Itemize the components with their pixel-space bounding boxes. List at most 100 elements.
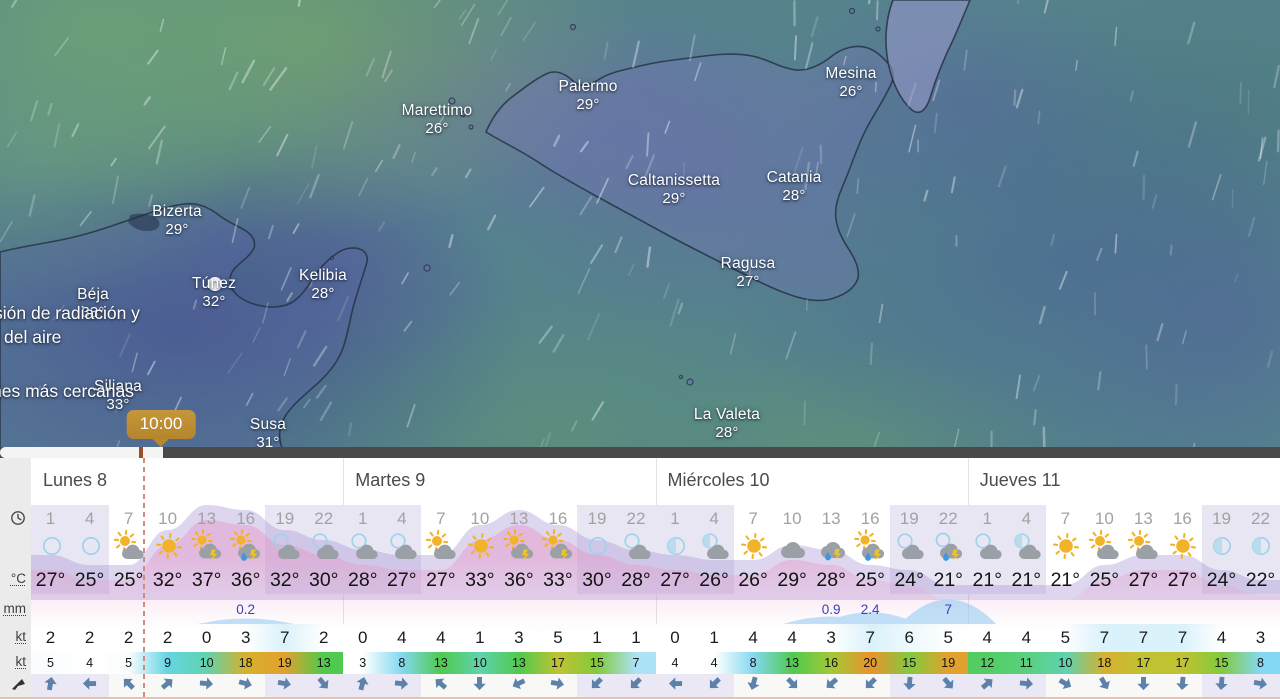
icon-cell[interactable]	[70, 532, 110, 566]
icon-cell[interactable]	[538, 529, 577, 566]
arrow-cell[interactable]	[694, 674, 734, 697]
city-label[interactable]: Bizerta 29°	[152, 203, 202, 239]
gust-cell[interactable]: 13	[421, 652, 460, 674]
icon-cell[interactable]	[460, 532, 499, 566]
gust-cell[interactable]: 4	[656, 652, 695, 674]
gust-cell[interactable]: 3	[343, 652, 382, 674]
hour-cell[interactable]: 13	[812, 505, 851, 532]
hour-cell[interactable]: 13	[499, 505, 538, 532]
wind-cell[interactable]: 7	[851, 624, 890, 652]
hour-cell[interactable]: 10	[460, 505, 499, 532]
temp-cell[interactable]: 28°	[812, 566, 851, 594]
temp-cell[interactable]: 21°	[928, 566, 968, 594]
wind-cell[interactable]: 3	[1241, 624, 1280, 652]
icon-cell[interactable]	[577, 532, 617, 566]
city-label[interactable]: Túnez 32°	[192, 275, 236, 311]
temp-cell[interactable]: 32°	[148, 566, 187, 594]
arrow-cell[interactable]	[616, 674, 656, 697]
arrow-cell[interactable]	[1045, 674, 1085, 697]
temp-cell[interactable]: 32°	[265, 566, 305, 594]
wind-cell[interactable]: 1	[460, 624, 499, 652]
arrow-cell[interactable]	[265, 674, 305, 697]
day-header[interactable]: Miércoles 10	[656, 458, 968, 505]
hour-cell[interactable]: 22	[1240, 505, 1280, 532]
rain-cell[interactable]: 2.4	[851, 594, 890, 624]
arrow-cell[interactable]	[304, 674, 344, 697]
arrow-cell[interactable]	[460, 674, 500, 697]
icon-cell[interactable]	[928, 532, 968, 566]
wind-cell[interactable]: 3	[499, 624, 538, 652]
gust-cell[interactable]: 13	[499, 652, 538, 674]
arrow-cell[interactable]	[850, 674, 890, 697]
rain-cell[interactable]	[460, 594, 499, 624]
city-label[interactable]: Palermo 29°	[558, 78, 617, 114]
temp-cell[interactable]: 26°	[694, 566, 734, 594]
hour-cell[interactable]: 16	[1163, 505, 1202, 532]
arrow-cell[interactable]	[889, 674, 929, 697]
hour-cell[interactable]: 19	[1201, 505, 1241, 532]
icon-cell[interactable]	[851, 529, 890, 566]
arrow-cell[interactable]	[1162, 674, 1202, 697]
rain-cell[interactable]	[734, 594, 773, 624]
wind-cell[interactable]: 5	[538, 624, 577, 652]
hour-cell[interactable]: 1	[343, 505, 383, 532]
icon-cell[interactable]	[187, 529, 226, 566]
icon-cell[interactable]	[773, 532, 812, 566]
icon-cell[interactable]	[1163, 532, 1202, 566]
rain-cell[interactable]	[31, 594, 70, 624]
temp-cell[interactable]: 27°	[1163, 566, 1202, 594]
temp-cell[interactable]: 33°	[460, 566, 499, 594]
wind-cell[interactable]: 1	[695, 624, 734, 652]
hour-cell[interactable]: 22	[928, 505, 968, 532]
rain-cell[interactable]	[421, 594, 460, 624]
icon-cell[interactable]	[31, 532, 71, 566]
wind-cell[interactable]: 7	[1124, 624, 1163, 652]
hour-cell[interactable]: 19	[577, 505, 617, 532]
icon-cell[interactable]	[967, 532, 1007, 566]
hour-cell[interactable]: 22	[616, 505, 656, 532]
rain-cell[interactable]	[773, 594, 812, 624]
hour-cell[interactable]: 4	[1006, 505, 1046, 532]
temp-cell[interactable]: 24°	[889, 566, 929, 594]
hour-cell[interactable]: 4	[70, 505, 110, 532]
wind-cell[interactable]: 6	[890, 624, 929, 652]
hour-cell[interactable]: 7	[109, 505, 148, 532]
arrow-cell[interactable]	[187, 674, 227, 697]
arrow-cell[interactable]	[1084, 674, 1124, 697]
wind-cell[interactable]: 1	[577, 624, 616, 652]
weather-map[interactable]: Palermo 29° Mesina 26° Marettimo 26° Caltan…	[0, 0, 1280, 460]
gust-cell[interactable]: 17	[538, 652, 577, 674]
wind-cell[interactable]: 3	[812, 624, 851, 652]
gust-cell[interactable]: 19	[265, 652, 304, 674]
temp-cell[interactable]: 30°	[577, 566, 617, 594]
rain-cell[interactable]	[616, 594, 655, 624]
icon-cell[interactable]	[226, 529, 265, 566]
gust-cell[interactable]: 8	[734, 652, 773, 674]
city-label[interactable]: Mesina 26°	[825, 65, 876, 101]
day-header[interactable]: Jueves 11	[968, 458, 1280, 505]
temp-cell[interactable]: 30°	[304, 566, 344, 594]
arrow-cell[interactable]	[1240, 674, 1280, 697]
rain-cell[interactable]	[343, 594, 382, 624]
wind-cell[interactable]: 1	[616, 624, 655, 652]
hour-cell[interactable]: 7	[734, 505, 773, 532]
rain-cell[interactable]	[148, 594, 187, 624]
rain-cell[interactable]	[890, 594, 929, 624]
icon-cell[interactable]	[148, 532, 187, 566]
wind-cell[interactable]: 4	[734, 624, 773, 652]
hour-cell[interactable]: 19	[265, 505, 305, 532]
icon-cell[interactable]	[889, 532, 929, 566]
hour-cell[interactable]: 22	[304, 505, 344, 532]
rain-cell[interactable]	[265, 594, 304, 624]
gust-cell[interactable]: 15	[1202, 652, 1241, 674]
time-bubble[interactable]: 10:00	[126, 410, 196, 439]
temp-cell[interactable]: 27°	[31, 566, 71, 594]
day-header[interactable]: Martes 9	[343, 458, 655, 505]
icon-cell[interactable]	[1046, 532, 1085, 566]
gust-cell[interactable]: 19	[929, 652, 968, 674]
hour-cell[interactable]: 1	[967, 505, 1007, 532]
gust-cell[interactable]: 17	[1124, 652, 1163, 674]
day-header[interactable]: Lunes 8	[31, 458, 343, 505]
gust-cell[interactable]: 5	[109, 652, 148, 674]
rain-cell[interactable]	[538, 594, 577, 624]
